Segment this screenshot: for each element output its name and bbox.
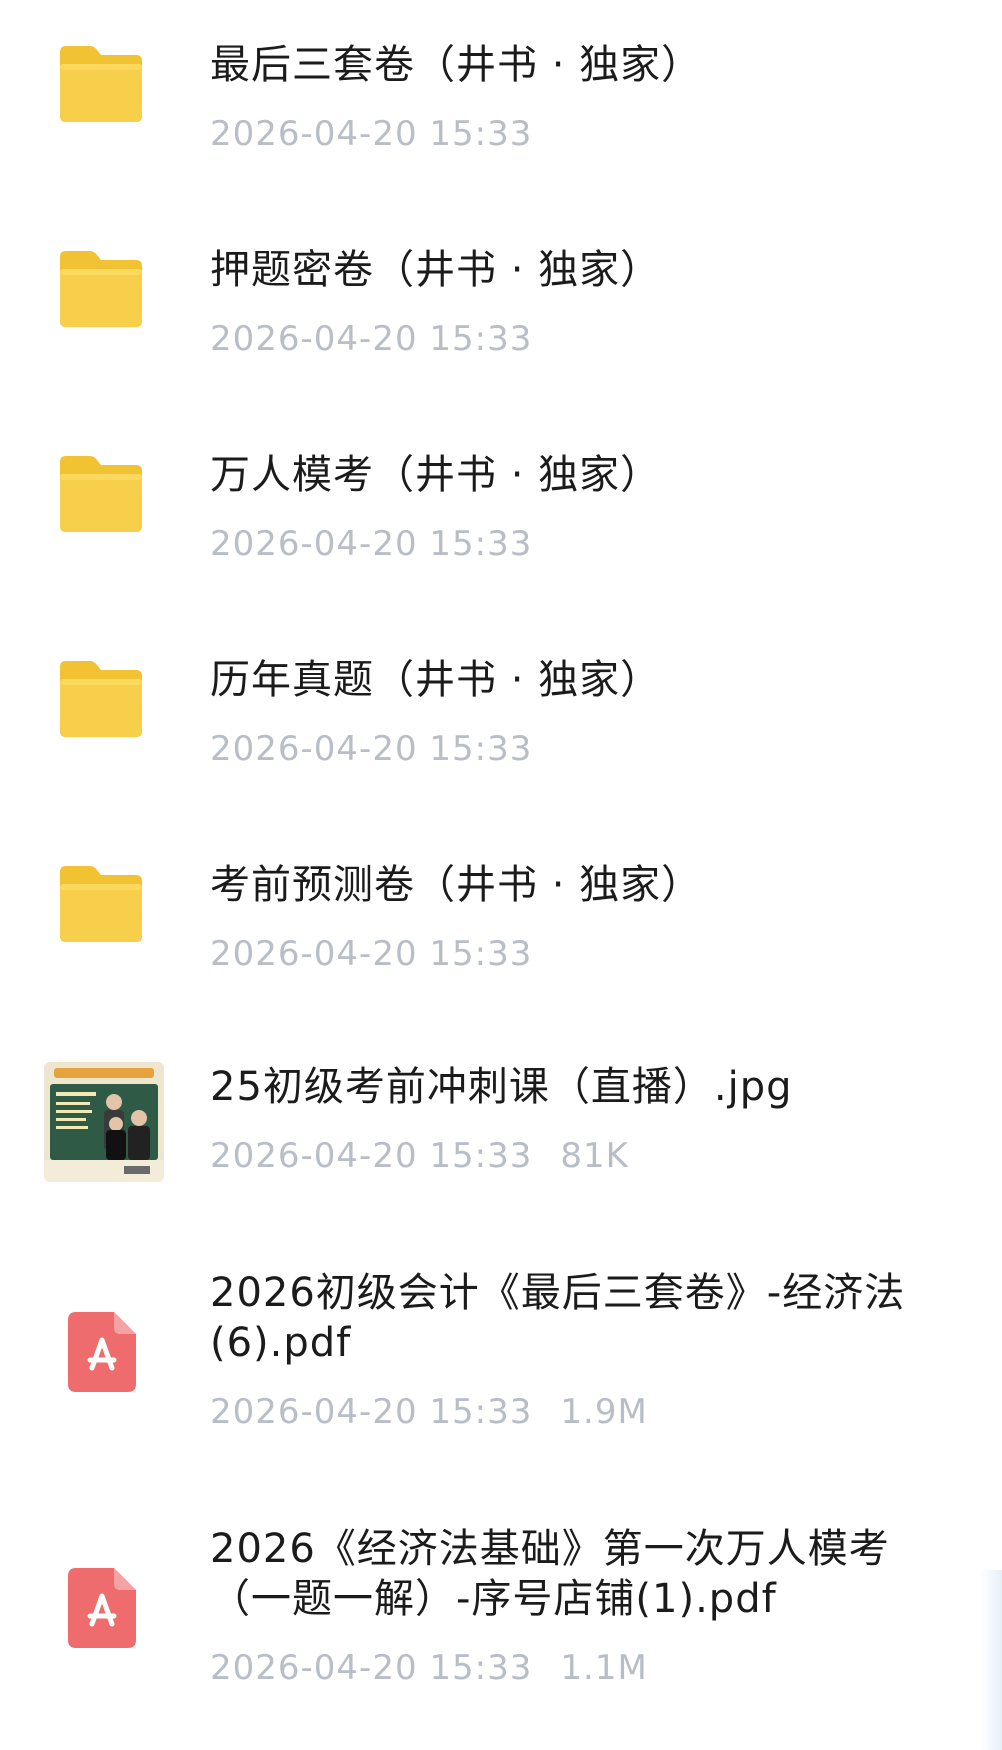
file-name: 考前预测卷（井书 · 独家） [210, 862, 703, 908]
file-name: 最后三套卷（井书 · 独家） [210, 42, 703, 88]
file-meta: 2026-04-20 15:33 1.9M [210, 1390, 970, 1434]
file-meta: 2026-04-20 15:33 [210, 932, 970, 976]
file-size: 1.9M [560, 1392, 648, 1432]
file-texts: 考前预测卷（井书 · 独家） 2026-04-20 15:33 [210, 860, 970, 976]
file-date: 2026-04-20 15:33 [210, 524, 533, 564]
file-date: 2026-04-20 15:33 [210, 1136, 533, 1176]
file-name: 25初级考前冲刺课（直播）.jpg [210, 1064, 793, 1110]
pdf-icon [66, 1566, 138, 1650]
file-texts: 押题密卷（井书 · 独家） 2026-04-20 15:33 [210, 245, 970, 361]
file-texts: 历年真题（井书 · 独家） 2026-04-20 15:33 [210, 655, 970, 771]
file-meta: 2026-04-20 15:33 [210, 112, 970, 156]
file-meta: 2026-04-20 15:33 [210, 522, 970, 566]
pdf-icon [66, 1310, 138, 1394]
file-size: 81K [560, 1136, 629, 1176]
folder-icon [56, 655, 146, 739]
folder-icon [56, 450, 146, 534]
file-list: 最后三套卷（井书 · 独家） 2026-04-20 15:33 押题密卷（井书 … [0, 0, 1002, 1750]
file-texts: 2026初级会计《最后三套卷》-经济法(6).pdf 2026-04-20 15… [210, 1268, 970, 1434]
file-date: 2026-04-20 15:33 [210, 729, 533, 769]
folder-icon [56, 245, 146, 329]
file-date: 2026-04-20 15:33 [210, 1392, 533, 1432]
file-meta: 2026-04-20 15:33 [210, 727, 970, 771]
file-date: 2026-04-20 15:33 [210, 1648, 533, 1688]
file-name: 万人模考（井书 · 独家） [210, 452, 662, 498]
file-date: 2026-04-20 15:33 [210, 934, 533, 974]
file-meta: 2026-04-20 15:33 81K [210, 1134, 970, 1178]
file-date: 2026-04-20 15:33 [210, 114, 533, 154]
file-name: 2026初级会计《最后三套卷》-经济法(6).pdf [210, 1270, 906, 1366]
folder-icon [56, 40, 146, 124]
file-texts: 25初级考前冲刺课（直播）.jpg 2026-04-20 15:33 81K [210, 1062, 970, 1178]
file-size: 1.1M [560, 1648, 648, 1688]
scroll-edge-shade [980, 1570, 1002, 1750]
file-name: 押题密卷（井书 · 独家） [210, 247, 662, 293]
file-texts: 万人模考（井书 · 独家） 2026-04-20 15:33 [210, 450, 970, 566]
file-texts: 最后三套卷（井书 · 独家） 2026-04-20 15:33 [210, 40, 970, 156]
file-date: 2026-04-20 15:33 [210, 319, 533, 359]
file-name: 历年真题（井书 · 独家） [210, 657, 662, 703]
image-thumbnail [44, 1062, 164, 1182]
file-name: 2026《经济法基础》第一次万人模考（一题一解）-序号店铺(1).pdf [210, 1526, 890, 1622]
file-texts: 2026《经济法基础》第一次万人模考（一题一解）-序号店铺(1).pdf 202… [210, 1524, 970, 1690]
file-meta: 2026-04-20 15:33 [210, 317, 970, 361]
folder-icon [56, 860, 146, 944]
file-meta: 2026-04-20 15:33 1.1M [210, 1646, 970, 1690]
